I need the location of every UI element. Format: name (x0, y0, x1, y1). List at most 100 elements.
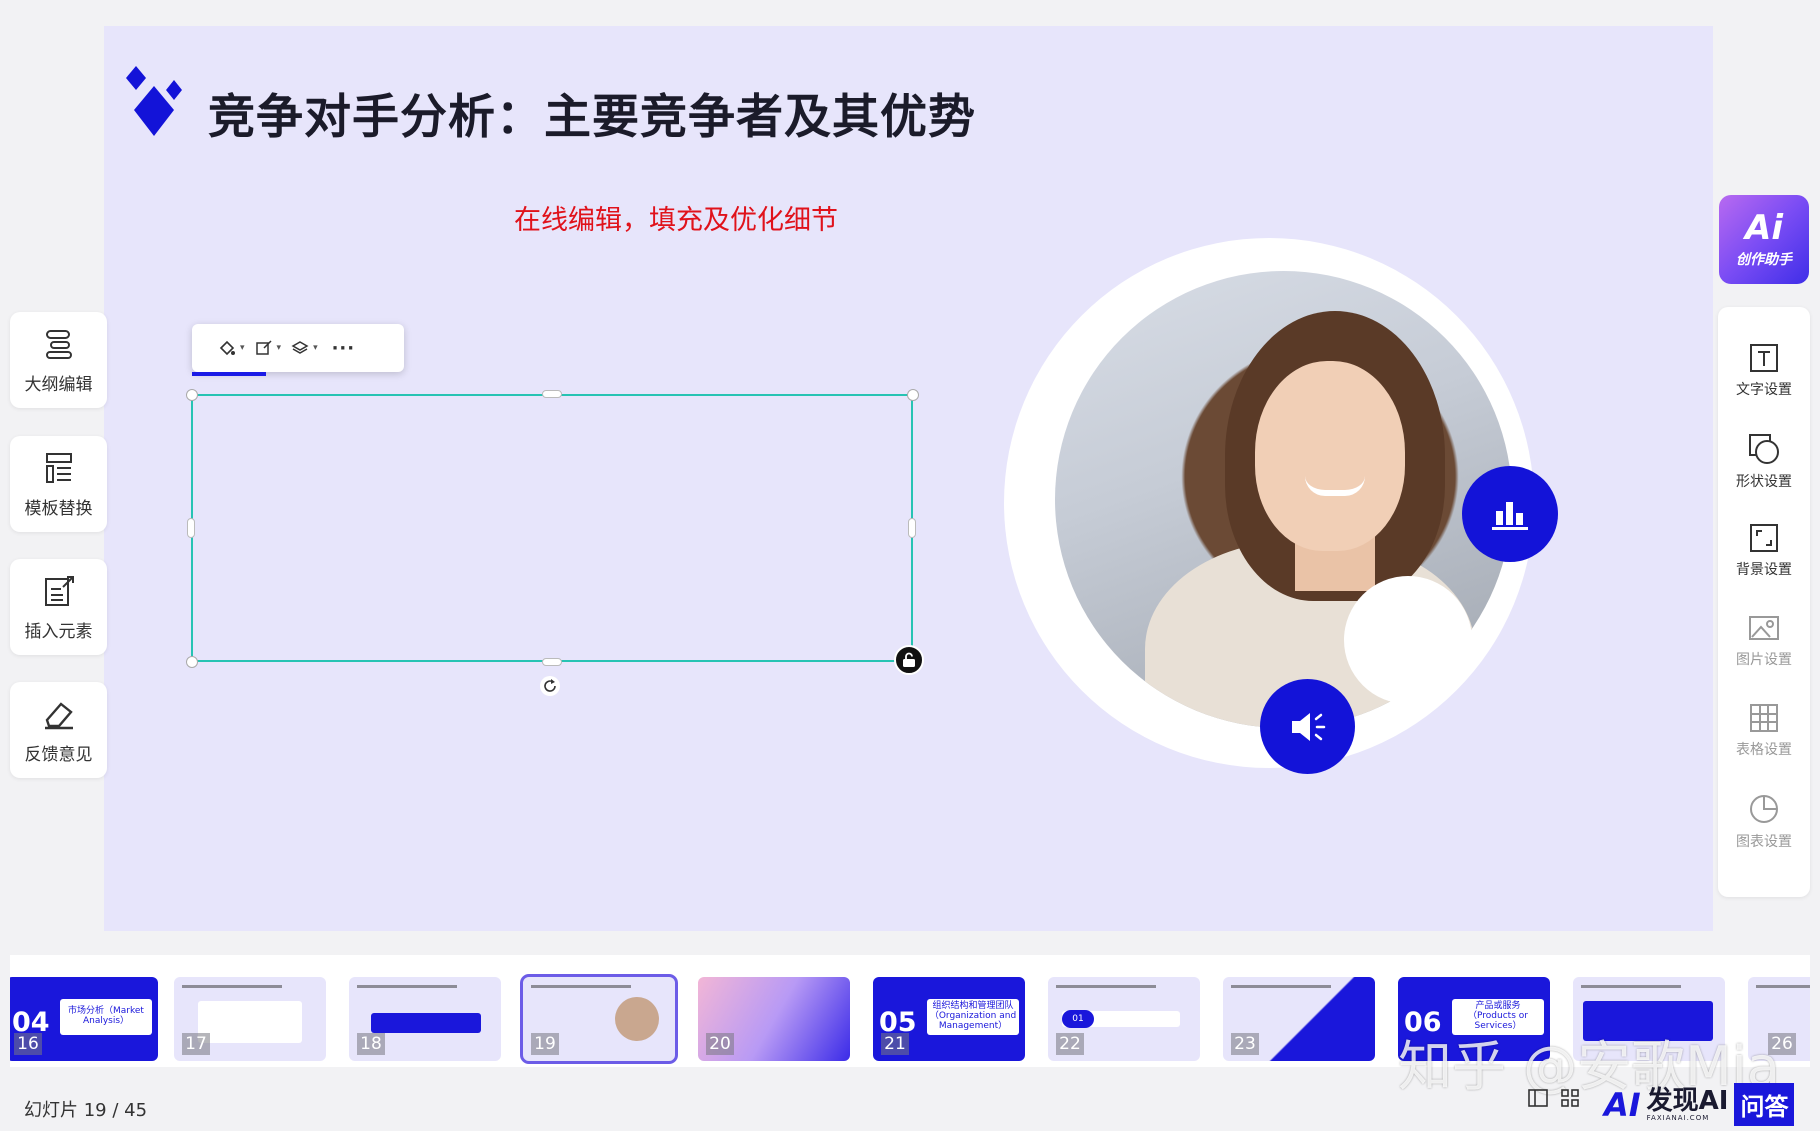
resize-handle-bottom-left[interactable] (186, 656, 198, 668)
outline-icon (45, 329, 72, 359)
resize-handle-right[interactable] (908, 518, 916, 538)
thumbnail-card: 组织结构和管理团队（Organization and Management） (927, 999, 1019, 1035)
settings-label: 形状设置 (1736, 474, 1792, 490)
selected-shape[interactable] (191, 394, 913, 662)
text-settings-icon (1750, 344, 1778, 372)
thumbnail-20[interactable]: 20 (698, 977, 850, 1061)
image-settings-button[interactable]: 图片设置 (1718, 613, 1810, 669)
thumbnail-23[interactable]: 23 (1223, 977, 1375, 1061)
speaker-circle-badge[interactable] (1260, 679, 1355, 774)
thumbnail-21[interactable]: 05 组织结构和管理团队（Organization and Management… (873, 977, 1025, 1061)
feedback-icon (44, 701, 73, 729)
thumbnail-number: 16 (14, 1033, 42, 1055)
text-settings-button[interactable]: 文字设置 (1718, 343, 1810, 399)
table-settings-icon (1750, 704, 1778, 732)
sidebar-item-feedback[interactable]: 反馈意见 (10, 682, 107, 778)
thumbnail-title-line (182, 985, 282, 988)
edit-border-icon (255, 340, 272, 355)
thumbnail-number: 18 (357, 1033, 385, 1055)
sidebar-item-outline[interactable]: 大纲编辑 (10, 312, 107, 408)
resize-handle-bottom[interactable] (542, 658, 562, 666)
thumbnail-photo (615, 997, 659, 1041)
more-options-icon[interactable]: ··· (332, 338, 356, 359)
lock-button[interactable] (894, 645, 924, 675)
slide-canvas[interactable]: 竞争对手分析：主要竞争者及其优势 在线编辑，填充及优化细节 ▾ ▾ ▾ ··· (104, 26, 1713, 931)
thumbnail-box (371, 1013, 481, 1033)
background-settings-button[interactable]: 背景设置 (1718, 523, 1810, 579)
sidebar-item-insert[interactable]: 插入元素 (10, 559, 107, 655)
insert-element-icon (44, 575, 74, 606)
settings-label: 文字设置 (1736, 382, 1792, 398)
sidebar-item-label: 模板替换 (24, 498, 93, 519)
slide-title[interactable]: 竞争对手分析：主要竞争者及其优势 (208, 78, 976, 147)
rotate-icon (544, 679, 556, 692)
view-toggle-group (1528, 1088, 1580, 1108)
thumbnail-number: 21 (881, 1033, 909, 1055)
brand-logo-icon (126, 66, 182, 136)
slide-subtitle[interactable]: 在线编辑，填充及优化细节 (514, 198, 838, 237)
slide-counter-label: 幻灯片 (24, 1100, 78, 1121)
thumbnail-18[interactable]: 18 (349, 977, 501, 1061)
ai-logo-text: Ai (1745, 207, 1783, 248)
bar-chart-icon (1492, 502, 1528, 530)
settings-label: 图表设置 (1736, 834, 1792, 850)
border-style-button[interactable]: ▾ (255, 339, 282, 357)
photo-face (1255, 361, 1405, 551)
brand-ai-logo: AI (1604, 1085, 1641, 1124)
brand-text: 发现AI FAXIANAI.COM (1647, 1088, 1729, 1122)
resize-handle-top-left[interactable] (186, 389, 198, 401)
pie-chart-icon (1750, 795, 1778, 823)
thumbnail-19[interactable]: 19 (520, 974, 678, 1064)
ai-assistant-label: 创作助手 (1736, 251, 1792, 268)
thumbnail-title-line (357, 985, 457, 988)
thumbnail-number: 22 (1056, 1033, 1084, 1055)
settings-label: 图片设置 (1736, 652, 1792, 668)
image-settings-icon (1749, 616, 1779, 640)
grid-view-icon[interactable] (1560, 1088, 1580, 1108)
thumbnail-17[interactable]: 17 (174, 977, 326, 1061)
resize-handle-top[interactable] (542, 390, 562, 398)
thumbnail-card: 市场分析（Market Analysis） (60, 999, 152, 1035)
sidebar-item-template[interactable]: 模板替换 (10, 436, 107, 532)
slide-counter: 幻灯片 19 / 45 (24, 1096, 147, 1122)
lock-icon (903, 652, 915, 667)
thumbnail-title-line (1581, 985, 1681, 988)
settings-label: 背景设置 (1736, 562, 1792, 578)
settings-label: 表格设置 (1736, 742, 1792, 758)
layer-order-button[interactable]: ▾ (291, 339, 318, 357)
normal-view-icon[interactable] (1528, 1089, 1548, 1107)
thumbnail-number: 23 (1231, 1033, 1259, 1055)
thumbnail-title-line (1231, 985, 1331, 988)
thumbnail-box (198, 1001, 302, 1043)
thumbnail-number: 20 (706, 1033, 734, 1055)
brand-domain: FAXIANAI.COM (1646, 1113, 1710, 1122)
chart-settings-button[interactable]: 图表设置 (1718, 793, 1810, 851)
brand-qa-badge: 问答 (1734, 1083, 1795, 1126)
thumbnail-number: 17 (182, 1033, 210, 1055)
paint-bucket-icon (219, 340, 235, 356)
resize-handle-top-right[interactable] (907, 389, 919, 401)
toolbar-active-indicator (192, 372, 266, 376)
decorative-white-circle (1344, 576, 1472, 704)
background-settings-icon (1750, 524, 1778, 552)
chevron-down-icon: ▾ (240, 343, 245, 353)
rotate-handle[interactable] (540, 676, 560, 696)
table-settings-button[interactable]: 表格设置 (1718, 703, 1810, 759)
thumbnail-16[interactable]: 04 市场分析（Market Analysis） 16 (10, 977, 158, 1061)
thumbnail-22[interactable]: 01 22 (1048, 977, 1200, 1061)
chevron-down-icon: ▾ (276, 343, 282, 353)
thumbnail-title-line (531, 985, 631, 988)
element-toolbar: ▾ ▾ ▾ ··· (192, 324, 404, 372)
faxian-ai-brand: AI 发现AI FAXIANAI.COM 问答 (1604, 1083, 1795, 1126)
thumbnail-title-line (1056, 985, 1156, 988)
shape-settings-button[interactable]: 形状设置 (1718, 433, 1810, 491)
resize-handle-left[interactable] (187, 518, 195, 538)
megaphone-icon (1291, 712, 1325, 741)
ai-assistant-button[interactable]: Ai 创作助手 (1719, 195, 1809, 284)
thumbnail-badge: 01 (1062, 1010, 1094, 1028)
layers-icon (291, 341, 309, 354)
chart-circle-badge[interactable] (1462, 466, 1558, 562)
slide-counter-value: 19 / 45 (83, 1100, 148, 1121)
right-settings-panel: 文字设置 形状设置 背景设置 图片设置 表格设置 图表设置 (1718, 307, 1810, 897)
fill-color-button[interactable]: ▾ (218, 339, 245, 357)
